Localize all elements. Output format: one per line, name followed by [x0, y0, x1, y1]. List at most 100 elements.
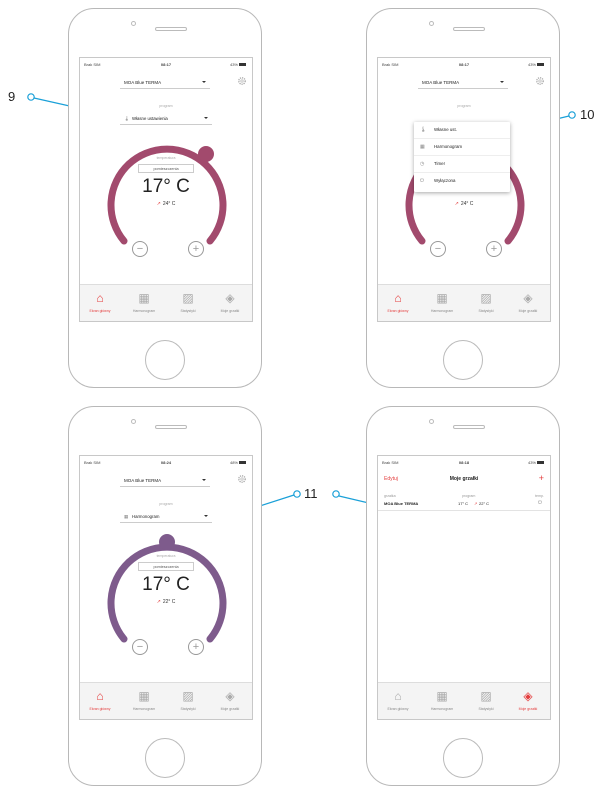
thermometer-icon: 🌡	[420, 127, 427, 133]
nav-bar: Edytuj Moje grzałki +	[378, 473, 550, 486]
chart-icon: ▨	[182, 689, 194, 703]
program-caption: program	[159, 104, 173, 108]
calendar-icon: ▦	[436, 291, 448, 305]
tab-statistics[interactable]: ▨ Statystyki	[466, 289, 506, 313]
chevron-down-icon	[500, 81, 504, 83]
house-icon: ⌂	[394, 291, 402, 305]
tab-statistics[interactable]: ▨ Statystyki	[466, 687, 506, 711]
decrease-button[interactable]: −	[132, 639, 148, 655]
add-heater-button[interactable]: +	[539, 473, 544, 483]
thermometer-icon: 🌡	[124, 116, 130, 121]
calendar-icon: ▦	[124, 514, 129, 519]
tab-heaters[interactable]: ◈ Moje grzałki	[508, 289, 548, 313]
decrease-button[interactable]: −	[132, 241, 148, 257]
menu-item-schedule[interactable]: ▦ Harmonogram	[414, 139, 510, 156]
phone-main-screen: Brak SIM 08:17 43% MOA Blue TERMA progra…	[68, 8, 262, 388]
power-icon[interactable]: ⏻	[538, 500, 542, 506]
tab-heaters[interactable]: ◈ Moje grzałki	[210, 289, 250, 313]
program-select[interactable]: 🌡 Własne ustawienia	[120, 114, 212, 125]
tab-label: Harmonogram	[430, 707, 454, 711]
tab-schedule[interactable]: ▦ Harmonogram	[422, 687, 462, 711]
tab-main[interactable]: ⌂ Ekran główny	[80, 289, 120, 313]
increase-button[interactable]: +	[188, 241, 204, 257]
tab-label: Moje grzałki	[518, 707, 538, 711]
tab-label: Harmonogram	[132, 707, 156, 711]
gear-icon[interactable]	[236, 473, 248, 485]
tab-label: Ekran główny	[89, 309, 111, 313]
device-name: MOA Blue TERMA	[124, 80, 162, 85]
chart-icon: ▨	[480, 291, 492, 305]
program-select[interactable]: ▦ Harmonogram	[120, 512, 212, 523]
gear-icon[interactable]	[534, 75, 546, 87]
arrow-up-icon: ↗	[454, 201, 459, 207]
menu-item-label: Timer	[434, 161, 446, 166]
tab-heaters[interactable]: ◈ Moje grzałki	[508, 687, 548, 711]
tab-statistics[interactable]: ▨ Statystyki	[168, 687, 208, 711]
calendar-icon: ▦	[420, 144, 425, 150]
tab-bar: ⌂ Ekran główny ▦ Harmonogram ▨ Statystyki ◈…	[80, 284, 252, 321]
tab-heaters[interactable]: ◈ Moje grzałki	[210, 687, 250, 711]
tab-main[interactable]: ⌂ Ekran główny	[378, 289, 418, 313]
increase-button[interactable]: +	[188, 639, 204, 655]
menu-item-own[interactable]: 🌡 Własne ust.	[414, 122, 510, 139]
device-select[interactable]: MOA Blue TERMA	[120, 78, 210, 89]
menu-item-off[interactable]: ⏻ Wyłączona	[414, 173, 510, 189]
column-temp: temp.	[535, 494, 544, 498]
battery: 48%	[230, 460, 246, 465]
tab-label: Statystyki	[180, 309, 196, 313]
home-button[interactable]	[145, 340, 185, 380]
page-title: Moje grzałki	[449, 476, 479, 482]
device-select[interactable]: MOA Blue TERMA	[418, 78, 508, 89]
heater-set-temp: 22° C	[479, 501, 490, 506]
drop-icon: ◈	[225, 291, 235, 305]
arrow-up-icon: ↗	[474, 501, 478, 506]
tab-label: Ekran główny	[89, 707, 111, 711]
device-select[interactable]: MOA Blue TERMA	[120, 476, 210, 487]
set-temperature: ↗ 24° C	[378, 201, 550, 207]
status-bar: Brak SIM 08:17 43%	[378, 62, 550, 70]
battery-text: 43%	[527, 62, 536, 67]
home-button[interactable]	[443, 340, 483, 380]
tab-label: Moje grzałki	[518, 309, 538, 313]
home-button[interactable]	[443, 738, 483, 778]
current-temperature: 17° C	[142, 176, 190, 197]
menu-item-timer[interactable]: ◷ Timer	[414, 156, 510, 173]
battery-icon	[239, 461, 246, 465]
chart-icon: ▨	[480, 689, 492, 703]
tab-schedule[interactable]: ▦ Harmonogram	[124, 289, 164, 313]
house-icon: ⌂	[394, 689, 402, 703]
increase-button[interactable]: +	[486, 241, 502, 257]
tab-main[interactable]: ⌂ Ekran główny	[378, 687, 418, 711]
heater-name: MOA Blue TERMA	[384, 501, 419, 506]
callout-9: 9	[8, 89, 16, 104]
tab-statistics[interactable]: ▨ Statystyki	[168, 289, 208, 313]
menu-item-label: Wyłączona	[434, 178, 456, 183]
chart-icon: ▨	[182, 291, 194, 305]
screen: Brak SIM 08:24 48% MOA Blue TERMA progra…	[79, 455, 253, 720]
set-temperature-value: 22° C	[162, 599, 176, 605]
column-heater: grzałka	[384, 494, 396, 498]
tab-label: Ekran główny	[387, 707, 409, 711]
dial-handle[interactable]	[159, 534, 175, 550]
temperature-box: pomieszczenia	[138, 562, 194, 571]
calendar-icon: ▦	[138, 689, 150, 703]
battery: 43%	[230, 62, 246, 67]
tab-schedule[interactable]: ▦ Harmonogram	[124, 687, 164, 711]
tab-label: Statystyki	[180, 707, 196, 711]
camera	[429, 419, 434, 424]
callout-11: 11	[304, 486, 318, 501]
decrease-button[interactable]: −	[430, 241, 446, 257]
tab-label: Statystyki	[478, 309, 494, 313]
calendar-icon: ▦	[138, 291, 150, 305]
screen: Brak SIM 08:17 43% MOA Blue TERMA progra…	[79, 57, 253, 322]
house-icon: ⌂	[96, 291, 104, 305]
tab-schedule[interactable]: ▦ Harmonogram	[422, 289, 462, 313]
tab-label: Moje grzałki	[220, 707, 240, 711]
phone-program-menu: Brak SIM 08:17 43% MOA Blue TERMA progra…	[366, 8, 560, 388]
list-item[interactable]: MOA Blue TERMA 17° C ↗ 22° C ⏻	[378, 500, 550, 511]
program-caption: program	[457, 104, 471, 108]
gear-icon[interactable]	[236, 75, 248, 87]
home-button[interactable]	[145, 738, 185, 778]
timer-icon: ◷	[420, 161, 425, 167]
tab-main[interactable]: ⌂ Ekran główny	[80, 687, 120, 711]
